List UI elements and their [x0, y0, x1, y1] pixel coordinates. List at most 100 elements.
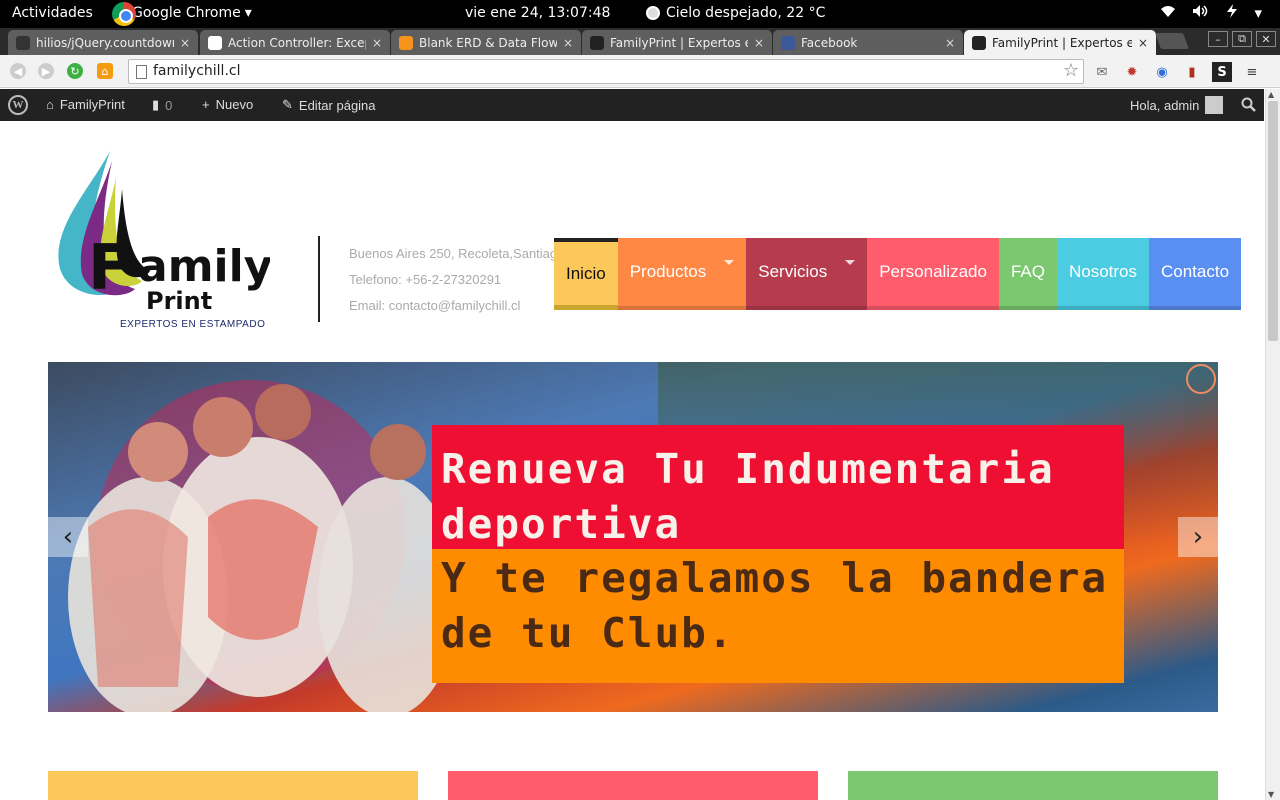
browser-tab[interactable]: FamilyPrint | Expertos en × — [964, 30, 1156, 55]
tab-title: Facebook — [801, 35, 858, 50]
contact-info: Buenos Aires 250, Recoleta,Santiago Tele… — [349, 241, 564, 319]
dropdown-caret-icon — [845, 260, 856, 265]
back-button[interactable]: ◀ — [10, 63, 26, 79]
slide-subheading: Y te regalamos la bandera de tu Club. — [432, 549, 1124, 683]
nav-item-contacto[interactable]: Contacto — [1149, 238, 1242, 310]
app-menu-label: Google Chrome — [132, 5, 241, 21]
browser-toolbar: ◀ ▶ ↻ ⌂ familychill.cl ☆ ✉ ✹ ◉ ▮ S ≡ — [0, 55, 1280, 88]
reload-button[interactable]: ↻ — [67, 63, 83, 79]
facebook-icon — [781, 35, 795, 50]
edit-page-label: Editar página — [298, 97, 376, 113]
nav-item-productos[interactable]: Productos — [617, 238, 747, 310]
comments-menu[interactable]: ▮ 0 — [152, 97, 172, 113]
activities-button[interactable]: Actividades — [12, 5, 93, 21]
nav-item-personalizado[interactable]: Personalizado — [867, 238, 999, 310]
nav-item-inicio[interactable]: Inicio — [554, 238, 618, 310]
avatar — [1205, 96, 1224, 114]
slider-players-image — [68, 384, 458, 712]
bookmark-star-icon[interactable]: ☆ — [1063, 60, 1079, 81]
nav-item-label: Inicio — [566, 264, 606, 283]
home-icon: ⌂ — [46, 97, 54, 112]
tab-title: FamilyPrint | Expertos en — [610, 35, 748, 50]
nav-item-servicios[interactable]: Servicios — [746, 238, 868, 310]
volume-icon[interactable] — [1192, 4, 1210, 22]
weather-label: Cielo despejado, 22 °C — [666, 5, 826, 21]
forward-button[interactable]: ▶ — [38, 63, 54, 79]
nav-item-label: Personalizado — [879, 262, 987, 281]
tab-close-icon[interactable]: × — [945, 36, 955, 50]
browser-tab[interactable]: hilios/jQuery.countdown × — [8, 30, 198, 55]
nav-item-faq[interactable]: FAQ — [998, 238, 1057, 310]
gnome-top-bar: Actividades Google Chrome ▾ vie ene 24, … — [0, 0, 1280, 28]
bug-icon[interactable]: ✹ — [1122, 62, 1142, 82]
slider-prev-button[interactable]: ‹ — [48, 517, 88, 557]
chevron-down-icon: ▾ — [244, 5, 252, 21]
lucidchart-icon — [399, 35, 413, 50]
mail-icon[interactable]: ✉ — [1092, 62, 1112, 82]
slider-next-button[interactable]: › — [1178, 517, 1218, 557]
address-bar[interactable]: familychill.cl ☆ — [128, 59, 1084, 84]
tab-title: Blank ERD & Data Flow: L — [419, 35, 557, 50]
extension-icons: ✉ ✹ ◉ ▮ S ≡ — [1092, 62, 1262, 82]
bookmark-extension-icon[interactable]: ▮ — [1182, 62, 1202, 82]
tab-title: hilios/jQuery.countdown — [36, 35, 174, 50]
new-label: Nuevo — [215, 97, 254, 112]
feature-box — [48, 771, 418, 800]
wifi-icon[interactable] — [1160, 4, 1176, 22]
hero-slider: Renueva Tu Indumentaria deportiva Y te r… — [48, 362, 1218, 712]
site-name-menu[interactable]: ⌂ FamilyPrint — [46, 97, 125, 112]
minimize-button[interactable]: – — [1208, 31, 1228, 47]
search-toggle[interactable] — [1241, 97, 1256, 112]
close-window-button[interactable]: ✕ — [1256, 31, 1276, 47]
clock[interactable]: vie ene 24, 13:07:48 — [465, 5, 610, 21]
system-menu-caret-icon[interactable]: ▾ — [1254, 4, 1262, 22]
nav-item-nosotros[interactable]: Nosotros — [1056, 238, 1149, 310]
svg-text:F: F — [88, 231, 130, 304]
svg-text:Print: Print — [146, 287, 212, 315]
tab-close-icon[interactable]: × — [563, 36, 573, 50]
slide-heading: Renueva Tu Indumentaria deportiva — [432, 425, 1124, 549]
browser-tab[interactable]: Blank ERD & Data Flow: L × — [391, 30, 581, 55]
scroll-down-icon[interactable]: ▼ — [1268, 790, 1274, 799]
logo-tagline: EXPERTOS EN ESTAMPADO — [120, 319, 266, 330]
site-logo[interactable]: F amily Print EXPERTOS EN ESTAMPADO — [50, 149, 272, 331]
app-menu[interactable]: Google Chrome ▾ — [112, 2, 252, 26]
scroll-up-icon[interactable]: ▲ — [1268, 90, 1274, 99]
tab-title: Action Controller: Exceptio — [228, 35, 366, 50]
tab-title: FamilyPrint | Expertos en — [992, 35, 1132, 50]
pencil-icon: ✎ — [282, 97, 293, 112]
nav-item-label: Servicios — [758, 262, 828, 281]
contact-email[interactable]: Email: contacto@familychill.cl — [349, 293, 564, 319]
chrome-icon — [112, 2, 136, 26]
familyprint-icon — [590, 35, 604, 50]
maximize-button[interactable]: ⧉ — [1232, 31, 1252, 47]
new-content-menu[interactable]: + Nuevo — [202, 97, 253, 112]
familyprint-icon — [972, 35, 986, 50]
browser-tab[interactable]: FamilyPrint | Expertos en × — [582, 30, 772, 55]
weather-indicator[interactable]: Cielo despejado, 22 °C — [646, 5, 825, 21]
globe-icon[interactable]: ◉ — [1152, 62, 1172, 82]
github-icon — [16, 35, 30, 50]
tab-close-icon[interactable]: × — [180, 36, 190, 50]
scrollbar-thumb[interactable] — [1268, 101, 1278, 341]
window-controls: – ⧉ ✕ — [1208, 31, 1276, 47]
page-scrollbar[interactable]: ▲ ▼ — [1265, 89, 1280, 800]
system-tray: ▾ — [1160, 4, 1262, 22]
power-icon[interactable] — [1226, 4, 1238, 22]
home-button[interactable]: ⌂ — [97, 63, 113, 79]
nav-item-label: Contacto — [1161, 262, 1230, 281]
tab-close-icon[interactable]: × — [372, 36, 382, 50]
tab-close-icon[interactable]: × — [754, 36, 764, 50]
nav-item-label: Productos — [629, 262, 707, 281]
chrome-menu-icon[interactable]: ≡ — [1242, 62, 1262, 82]
browser-tab[interactable]: Facebook × — [773, 30, 963, 55]
search-icon — [1241, 97, 1256, 112]
account-menu[interactable]: Hola, admin — [1130, 96, 1224, 114]
new-tab-button[interactable] — [1155, 33, 1189, 49]
s-extension-icon[interactable]: S — [1212, 62, 1232, 82]
edit-page-link[interactable]: ✎ Editar página — [282, 97, 376, 113]
wordpress-menu[interactable]: W — [8, 95, 28, 115]
tab-close-icon[interactable]: × — [1138, 36, 1148, 50]
browser-tab[interactable]: Action Controller: Exceptio × — [200, 30, 390, 55]
comments-count: 0 — [165, 97, 173, 113]
